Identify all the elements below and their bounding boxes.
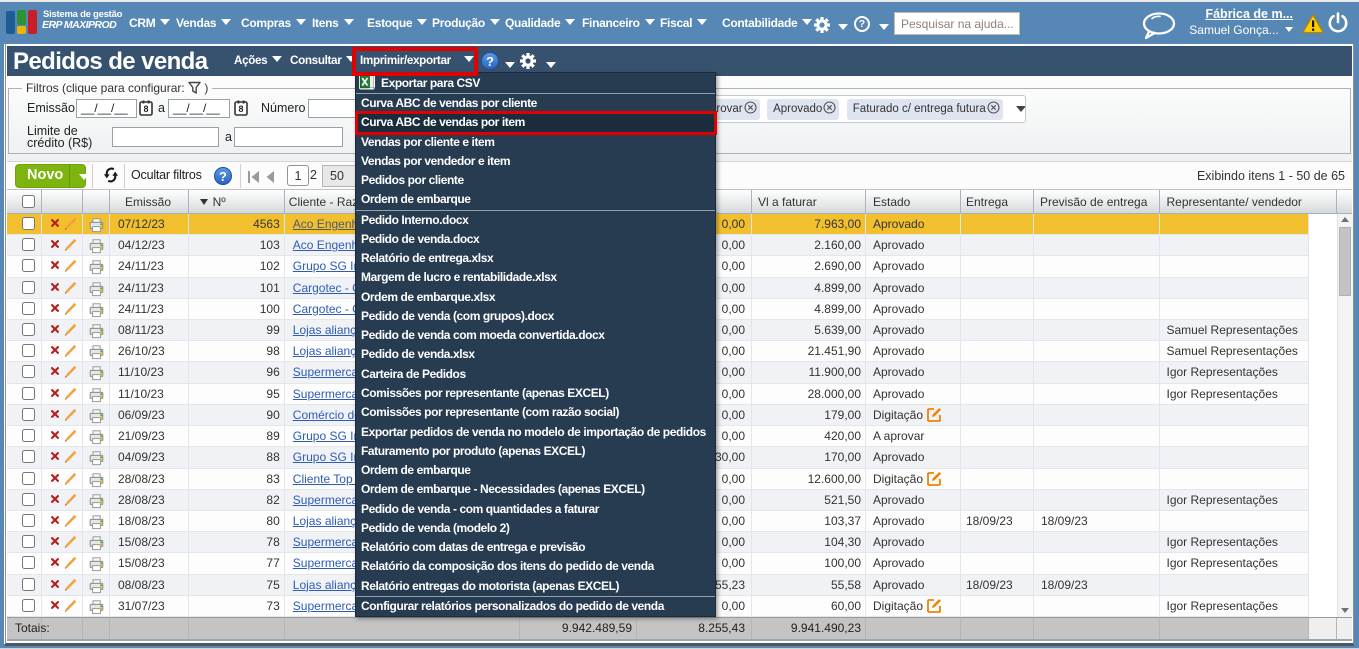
- svg-text:8: 8: [238, 104, 243, 114]
- svg-text:8: 8: [143, 104, 148, 114]
